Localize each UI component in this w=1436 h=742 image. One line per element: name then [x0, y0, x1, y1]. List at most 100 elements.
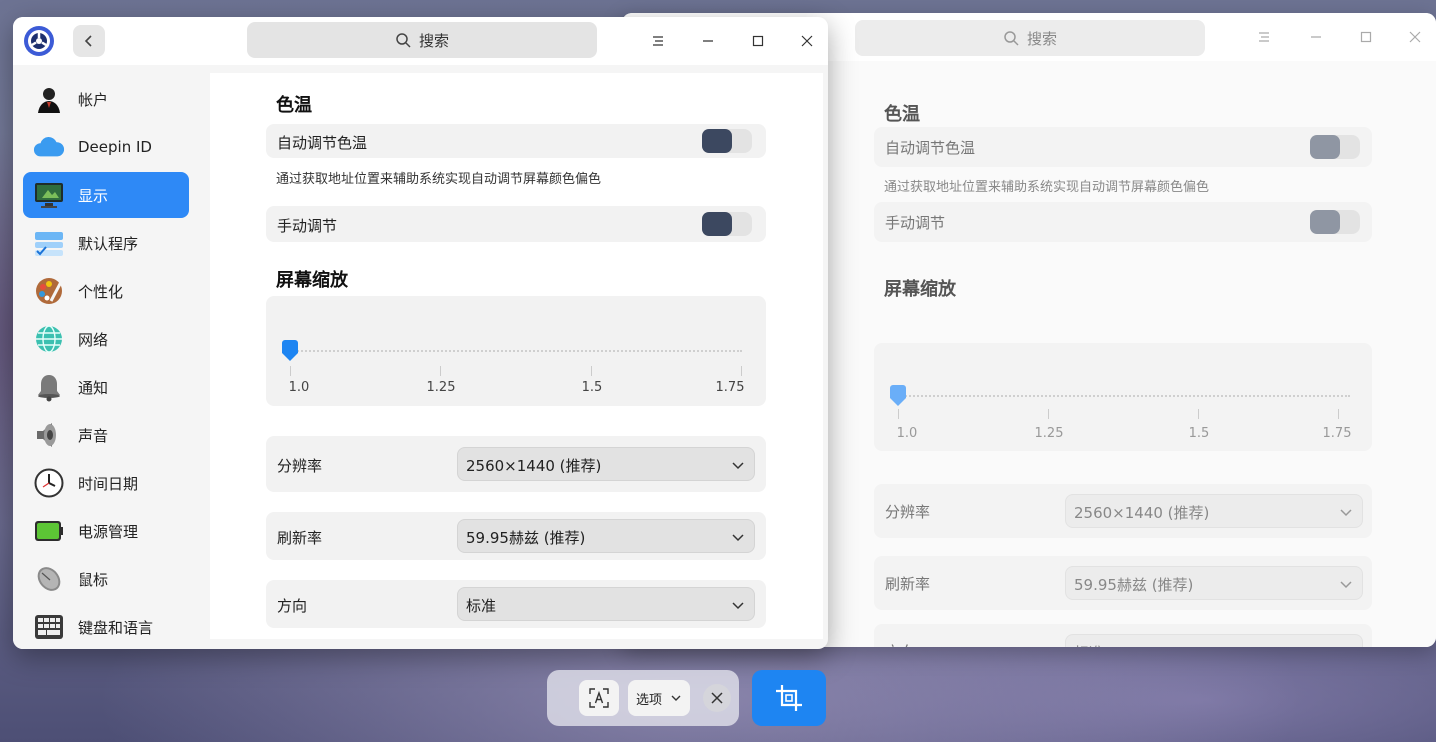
battery-icon — [33, 515, 65, 547]
manual-adjust-row: 手动调节 — [266, 206, 766, 242]
menu-button[interactable] — [646, 29, 670, 53]
toggle-knob — [1310, 135, 1340, 159]
manual-adjust-toggle[interactable] — [702, 212, 752, 236]
ocr-button[interactable] — [579, 680, 619, 716]
scale-tick — [290, 366, 291, 376]
menu-icon — [653, 36, 663, 46]
refresh-rate-row: 刷新率 59.95赫兹 (推荐) — [266, 512, 766, 560]
back-button[interactable] — [73, 25, 105, 57]
scale-tick — [1198, 409, 1199, 419]
options-dropdown[interactable]: 选项 — [628, 680, 690, 716]
sidebar-item-display[interactable]: 显示 — [23, 172, 189, 218]
maximize-button[interactable] — [746, 29, 770, 53]
scaling-slider-handle[interactable] — [888, 384, 908, 408]
mouse-icon — [33, 563, 65, 595]
scaling-title: 屏幕缩放 — [884, 279, 956, 300]
sidebar-item-label: Deepin ID — [78, 138, 152, 156]
sidebar-item-label: 帐户 — [78, 90, 109, 109]
sidebar-item-default-apps[interactable]: 默认程序 — [23, 220, 189, 266]
close-icon — [711, 692, 723, 704]
toggle-knob — [1310, 210, 1340, 234]
scale-tick-label: 1.75 — [1322, 426, 1352, 441]
resolution-select[interactable]: 2560×1440 (推荐) — [457, 447, 755, 481]
menu-button[interactable] — [1252, 25, 1276, 49]
display-settings-panel: 色温 自动调节色温 通过获取地址位置来辅助系统实现自动调节屏幕颜色偏色 手动调节… — [210, 73, 823, 639]
sidebar-item-label: 通知 — [78, 378, 109, 397]
toolbar-close-button[interactable] — [703, 684, 731, 712]
resolution-row: 分辨率 2560×1440 (推荐) — [266, 436, 766, 492]
chevron-down-icon — [671, 695, 681, 701]
color-temp-title: 色温 — [276, 95, 312, 116]
search-box[interactable]: 搜索 — [855, 20, 1205, 56]
resolution-select[interactable]: 2560×1440 (推荐) — [1065, 494, 1363, 528]
orientation-value: 标准 — [466, 597, 497, 615]
settings-window: 搜索 帐户 Deepin ID 显示 默认程序 个性化 网络 通知 声音 时间日… — [13, 17, 828, 649]
scale-tick-label: 1.5 — [581, 380, 603, 395]
auto-color-temp-label: 自动调节色温 — [885, 139, 976, 157]
sidebar-item-sound[interactable]: 声音 — [23, 412, 189, 458]
refresh-rate-select[interactable]: 59.95赫兹 (推荐) — [457, 519, 755, 553]
sidebar-item-power[interactable]: 电源管理 — [23, 508, 189, 554]
bell-icon — [33, 371, 65, 403]
minimize-button[interactable] — [696, 29, 720, 53]
capture-button[interactable] — [752, 670, 826, 726]
resolution-value: 2560×1440 (推荐) — [466, 457, 602, 475]
sidebar-item-label: 声音 — [78, 426, 109, 445]
sidebar-item-label: 显示 — [78, 186, 109, 205]
sidebar-item-datetime[interactable]: 时间日期 — [23, 460, 189, 506]
scale-tick — [898, 409, 899, 419]
search-box[interactable]: 搜索 — [247, 22, 597, 58]
screenshot-toolbar: 选项 — [547, 670, 739, 726]
scaling-slider-track[interactable] — [898, 395, 1350, 399]
scaling-slider-track[interactable] — [290, 350, 742, 354]
auto-color-temp-description: 通过获取地址位置来辅助系统实现自动调节屏幕颜色偏色 — [276, 172, 602, 187]
manual-adjust-label: 手动调节 — [885, 214, 946, 232]
sidebar-item-label: 网络 — [78, 330, 109, 349]
search-icon — [1004, 31, 1019, 46]
orientation-value: 标准 — [1074, 642, 1104, 647]
minimize-icon — [703, 40, 713, 42]
orientation-row: 方向 标准 — [266, 580, 766, 628]
sidebar-item-deepin-id[interactable]: Deepin ID — [23, 124, 189, 170]
refresh-rate-label: 刷新率 — [277, 529, 323, 547]
minimize-icon — [1311, 36, 1321, 38]
auto-color-temp-label: 自动调节色温 — [277, 134, 368, 152]
sidebar-item-label: 时间日期 — [78, 474, 139, 493]
text-recognition-icon — [589, 688, 609, 708]
sidebar-item-notifications[interactable]: 通知 — [23, 364, 189, 410]
orientation-select[interactable]: 标准 — [457, 587, 755, 621]
sidebar-item-mouse[interactable]: 鼠标 — [23, 556, 189, 602]
resolution-row: 分辨率 2560×1440 (推荐) — [874, 484, 1372, 538]
scaling-slider-handle[interactable] — [280, 339, 300, 363]
close-button[interactable] — [1403, 25, 1427, 49]
maximize-icon — [1360, 31, 1372, 43]
close-button[interactable] — [795, 29, 819, 53]
speaker-icon — [33, 419, 65, 451]
orientation-select[interactable]: 标准 — [1065, 634, 1363, 647]
default-apps-icon — [33, 227, 65, 259]
display-icon — [33, 179, 65, 211]
scale-tick — [440, 366, 441, 376]
chevron-left-icon — [84, 35, 92, 47]
menu-icon — [1259, 32, 1269, 42]
sidebar-item-personalization[interactable]: 个性化 — [23, 268, 189, 314]
sidebar-item-account[interactable]: 帐户 — [23, 76, 189, 122]
keyboard-icon — [33, 611, 65, 643]
scale-tick-label: 1.25 — [426, 380, 456, 395]
titlebar: 搜索 — [13, 17, 828, 65]
refresh-rate-select[interactable]: 59.95赫兹 (推荐) — [1065, 566, 1363, 600]
control-center-logo-icon — [24, 26, 54, 56]
maximize-icon — [752, 35, 764, 47]
manual-adjust-toggle[interactable] — [1310, 210, 1360, 234]
minimize-button[interactable] — [1304, 25, 1328, 49]
auto-color-temp-toggle[interactable] — [1310, 135, 1360, 159]
scale-tick — [1338, 409, 1339, 419]
maximize-button[interactable] — [1354, 25, 1378, 49]
auto-color-temp-row: 自动调节色温 — [266, 124, 766, 158]
sidebar-item-keyboard[interactable]: 键盘和语言 — [23, 604, 189, 649]
sidebar-item-network[interactable]: 网络 — [23, 316, 189, 362]
sidebar: 帐户 Deepin ID 显示 默认程序 个性化 网络 通知 声音 时间日期 电… — [13, 65, 201, 649]
scaling-slider-row: 1.0 1.25 1.5 1.75 — [874, 343, 1372, 451]
chevron-down-icon — [732, 534, 744, 542]
auto-color-temp-toggle[interactable] — [702, 129, 752, 153]
